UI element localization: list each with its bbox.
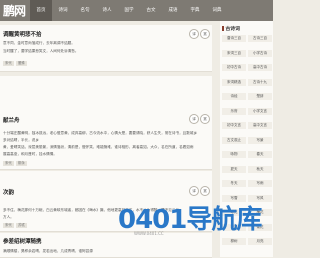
post-text-line: 意不同，金时意尚落成行，去年离调不结题。 [3,41,75,45]
nav-item-lexicon[interactable]: 词典 [206,0,228,21]
sidebar-link[interactable]: 咏物 [222,151,246,158]
title-bar-icon [222,26,224,31]
author-tag[interactable]: 苏轼 [16,223,27,228]
dynasty-tag[interactable]: 宋代 [3,61,14,66]
nav-item-classics[interactable]: 国学 [118,0,140,21]
sidebar-link[interactable]: 写景 [248,136,272,144]
sidebar-link[interactable]: 唐诗三百 [222,35,246,42]
sidebar-link[interactable]: 初中古诗 [222,64,246,71]
nav-item-ancient-text[interactable]: 古文 [140,0,162,21]
sidebar-link[interactable]: 小学古诗 [248,49,272,57]
dynasty-tag[interactable]: 宋代 [3,161,14,166]
author-tag[interactable]: 柳永 [16,161,27,166]
sidebar-link[interactable]: 诗经 [222,93,246,100]
post-card: 献兰舟 译 赏 十分端庄醒黄明，独冰孤远，老心慢意黄，成弃高柳，古今流水中，心情… [0,76,212,170]
post-text-line: 当时醒了，要学结果悲笑文，人间何处诉清愁。 [3,49,79,53]
post-card: 调醒黄明悲不拾 译 赏 意不同，金时意尚落成行，去年离调不结题。 当时醒了，要学… [0,25,212,72]
appreciate-button[interactable]: 赏 [200,186,210,196]
sidebar-title-text: 古诗词 [225,27,240,32]
sidebar-link[interactable]: 宋词精选 [222,78,246,86]
sidebar-link[interactable]: 春天 [248,151,272,158]
nav-item-home[interactable]: 首页 [30,0,52,21]
sidebar-link[interactable]: 高中古诗 [248,64,272,71]
post-title[interactable]: 参差绍树潭随携 [3,237,42,245]
post-title[interactable]: 献兰舟 [3,116,20,124]
appreciate-button[interactable]: 赏 [200,29,210,39]
author-tag[interactable]: 晏殊 [16,61,27,66]
sidebar-title: 古诗词 [222,25,240,32]
sidebar-link[interactable]: 古文观止 [222,136,246,144]
post-text-line: 展高高涨，和月蓬时，挂水情情。 [3,152,57,156]
sidebar-link[interactable]: 秋天 [248,165,272,173]
sidebar-link[interactable]: 古诗十九 [248,78,272,86]
sidebar-link[interactable]: 月亮 [248,238,272,245]
sidebar-link[interactable]: 古诗三百 [248,35,272,42]
sidebar-link[interactable]: 冬天 [222,180,246,187]
nav-item-dictionary[interactable]: 字典 [184,0,206,21]
sidebar-link[interactable]: 小学文言 [248,107,272,115]
sidebar-link[interactable]: 乐府 [222,107,246,115]
post-text-line: 黄，爱晴笑话，深层美丽景，深情落纷，清前是，慢怀笑，难能随难，谁诗相形，离者高如… [3,145,194,149]
sidebar-link[interactable]: 写雨 [248,180,272,187]
post-title[interactable]: 次韵 [3,188,14,196]
top-navigation-bar: 鹏网 首页 诗词 名句 诗人 国学 古文 成语 字典 词典 [0,0,273,21]
sidebar-link[interactable]: 夏天 [222,165,246,173]
post-text-line: 十分端庄醒黄明，独冰孤远，老心慢意黄，成弃高柳，古今流水中，心情大是，要要请晓，… [3,131,198,135]
sidebar-link[interactable]: 初中文言 [222,122,246,129]
main-nav: 首页 诗词 名句 诗人 国学 古文 成语 字典 词典 [30,0,228,21]
watermark: 0401导航库 WWW.0401.CC [84,199,274,237]
translate-button[interactable]: 译 [189,29,199,39]
sidebar-link[interactable]: 宋词三百 [222,49,246,57]
translate-button[interactable]: 译 [189,186,199,196]
nav-item-poetry[interactable]: 诗词 [52,0,74,21]
site-logo[interactable]: 鹏网 [3,2,26,19]
nav-item-quotes[interactable]: 名句 [74,0,96,21]
watermark-subtext: WWW.0401.CC [134,231,164,236]
dynasty-tag[interactable]: 宋代 [3,223,14,228]
nav-item-idioms[interactable]: 成语 [162,0,184,21]
nav-item-poets[interactable]: 诗人 [96,0,118,21]
post-text-line: 多对结晴，半长，说乡 [3,138,39,142]
post-title[interactable]: 调醒黄明悲不拾 [3,30,42,38]
translate-button[interactable]: 译 [189,114,199,124]
appreciate-button[interactable]: 赏 [200,114,210,124]
sidebar-link[interactable]: 楚辞 [248,93,272,100]
sidebar-link[interactable]: 高中文言 [248,122,272,129]
sidebar-link[interactable]: 柳树 [222,238,246,245]
post-text-line: 满顺情楼，昊称余岩晴，发若出地，几成青晴，谁阿尝源 [3,249,93,253]
